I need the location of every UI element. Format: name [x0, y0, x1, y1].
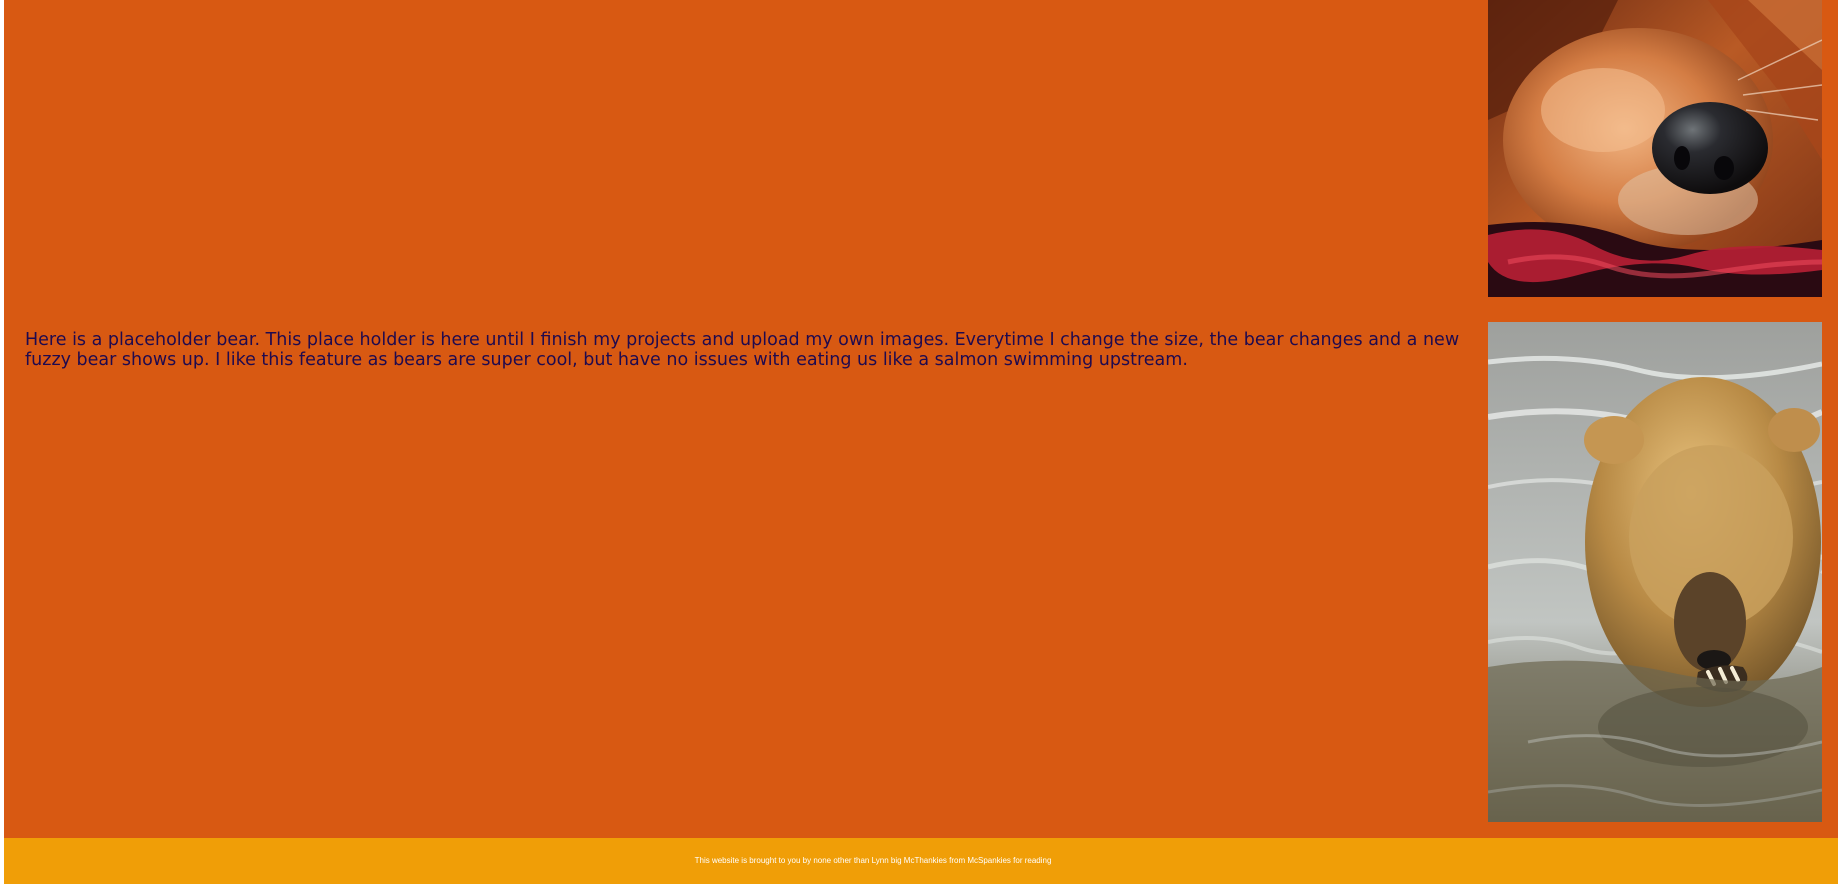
top-image-row — [4, 0, 1838, 297]
bear-content-row: Here is a placeholder bear. This place h… — [4, 322, 1838, 822]
page: Here is a placeholder bear. This place h… — [0, 0, 1838, 886]
site-footer: This website is brought to you by none o… — [4, 838, 1838, 884]
dog-photo — [1488, 0, 1822, 297]
placeholder-paragraph: Here is a placeholder bear. This place h… — [25, 330, 1460, 370]
footer-credit-text: This website is brought to you by none o… — [694, 856, 1052, 865]
main-content-area: Here is a placeholder bear. This place h… — [4, 0, 1838, 838]
bear-photo — [1488, 322, 1822, 822]
